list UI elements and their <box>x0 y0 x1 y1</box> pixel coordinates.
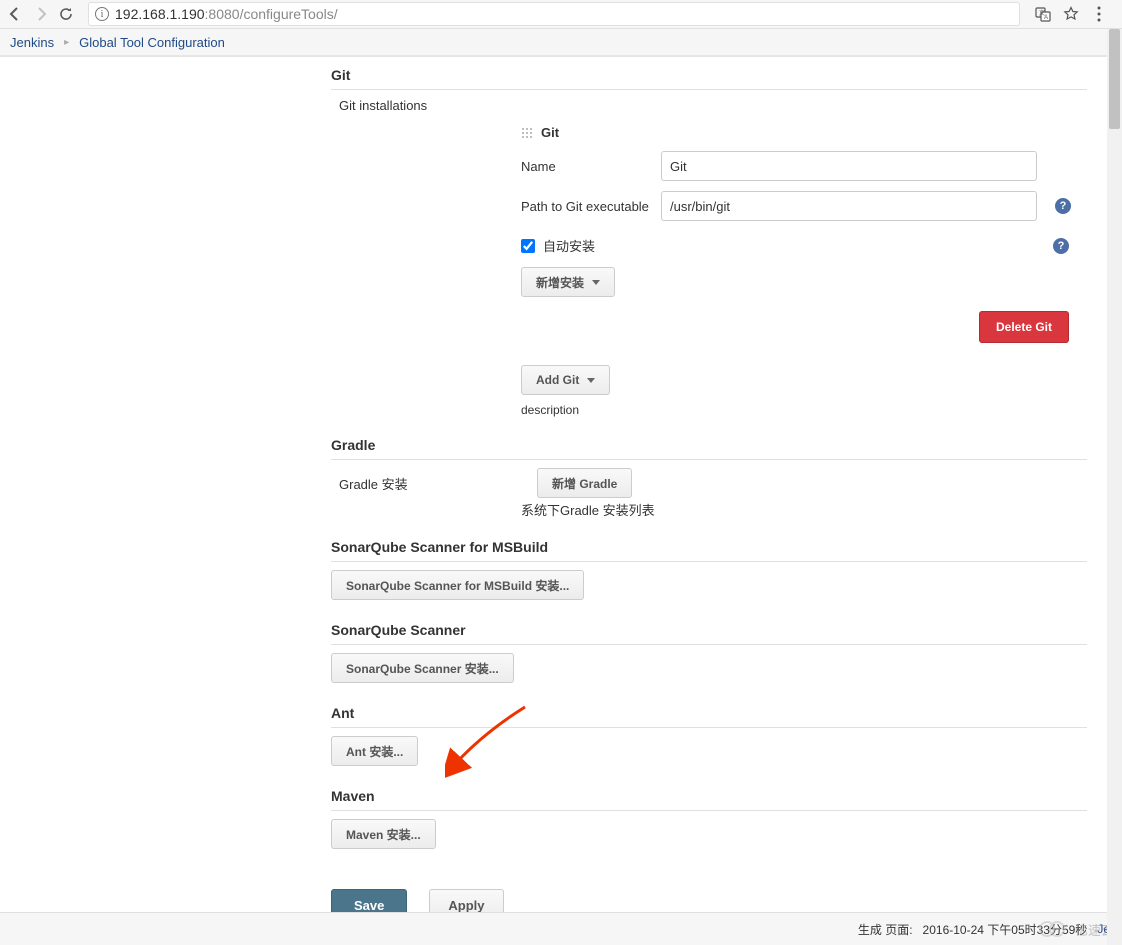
maven-install-button[interactable]: Maven 安装... <box>331 819 436 849</box>
sonar-msbuild-install-button[interactable]: SonarQube Scanner for MSBuild 安装... <box>331 570 584 600</box>
git-path-label: Path to Git executable <box>521 199 651 214</box>
auto-install-label: 自动安装 <box>543 236 595 255</box>
add-gradle-button[interactable]: 新增 Gradle <box>537 468 632 498</box>
scrollbar-thumb[interactable] <box>1109 29 1120 129</box>
back-icon[interactable] <box>6 5 24 23</box>
gradle-install-label: Gradle 安装 <box>339 474 537 493</box>
site-info-icon[interactable]: i <box>95 7 109 21</box>
breadcrumb: Jenkins ▸ Global Tool Configuration <box>0 29 1122 57</box>
forward-icon[interactable] <box>32 5 50 23</box>
git-name-input[interactable] <box>661 151 1037 181</box>
help-icon[interactable]: ? <box>1053 238 1069 254</box>
git-path-input[interactable] <box>661 191 1037 221</box>
delete-git-button[interactable]: Delete Git <box>979 311 1069 343</box>
section-title-git: Git <box>331 57 1087 90</box>
section-title-gradle: Gradle <box>331 427 1087 460</box>
section-title-sonar: SonarQube Scanner <box>331 612 1087 645</box>
gradle-list-label: 系统下Gradle 安装列表 <box>331 498 1087 529</box>
status-bar: 生成 页面: 2016-10-24 下午05时33分59秒 Je <box>0 912 1122 945</box>
status-gen-label: 生成 页面: <box>858 921 913 938</box>
git-installations-label: Git installations <box>331 90 1087 121</box>
url-text: 192.168.1.190:8080/configureTools/ <box>115 6 338 22</box>
translate-icon[interactable]: 文A <box>1034 5 1052 23</box>
chevron-down-icon <box>587 378 595 383</box>
sonar-install-button[interactable]: SonarQube Scanner 安装... <box>331 653 514 683</box>
git-block-title: Git <box>541 125 559 140</box>
section-title-ant: Ant <box>331 695 1087 728</box>
help-icon[interactable]: ? <box>1055 198 1071 214</box>
url-bar[interactable]: i 192.168.1.190:8080/configureTools/ <box>88 2 1020 26</box>
reload-icon[interactable] <box>58 6 74 22</box>
browser-toolbar: i 192.168.1.190:8080/configureTools/ 文A <box>0 0 1122 29</box>
bookmark-star-icon[interactable] <box>1062 5 1080 23</box>
ant-install-button[interactable]: Ant 安装... <box>331 736 418 766</box>
chevron-down-icon <box>592 280 600 285</box>
breadcrumb-root[interactable]: Jenkins <box>10 35 54 50</box>
scrollbar[interactable] <box>1107 29 1122 945</box>
section-title-maven: Maven <box>331 778 1087 811</box>
browser-right-icons: 文A <box>1034 5 1116 23</box>
breadcrumb-page[interactable]: Global Tool Configuration <box>79 35 225 50</box>
svg-text:A: A <box>1044 15 1048 21</box>
auto-install-checkbox[interactable] <box>521 239 535 253</box>
git-description: description <box>331 399 1087 427</box>
watermark: 亿速云 <box>1039 919 1114 939</box>
chevron-right-icon: ▸ <box>64 37 69 48</box>
add-installer-button[interactable]: 新增安装 <box>521 267 615 297</box>
drag-handle-icon[interactable] <box>521 127 533 139</box>
add-git-button[interactable]: Add Git <box>521 365 610 395</box>
git-name-label: Name <box>521 159 651 174</box>
section-title-sonar-msbuild: SonarQube Scanner for MSBuild <box>331 529 1087 562</box>
browser-menu-icon[interactable] <box>1090 5 1108 23</box>
